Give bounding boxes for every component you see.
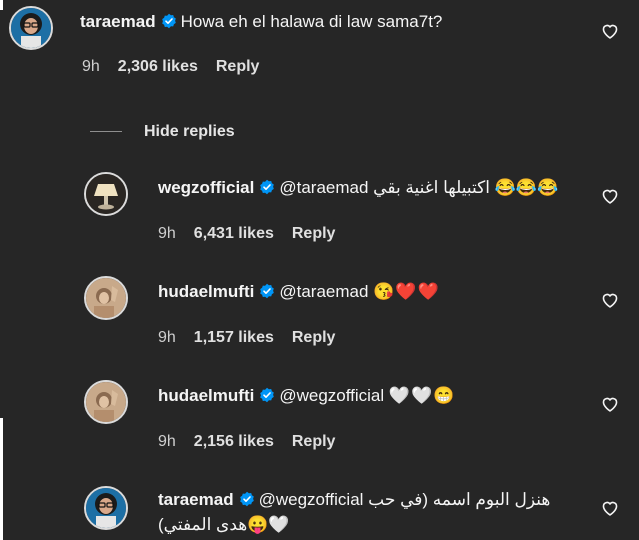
edge-gap — [0, 418, 3, 540]
avatar-woman-glasses-icon — [11, 8, 51, 48]
mention-link[interactable]: @taraemad — [279, 282, 368, 301]
verified-badge-icon — [259, 283, 275, 299]
comment-emoji: 😂😂😂 — [494, 178, 559, 197]
edge-gap — [0, 0, 3, 10]
comment-text: اكتبيلها اغنية بقي — [373, 178, 490, 197]
likes-count[interactable]: 2,306 likes — [118, 58, 198, 75]
comment-text-continued: 🤍😛هدى المفتي) — [158, 515, 290, 534]
avatar-woman-glasses-icon — [86, 488, 126, 528]
verified-badge-icon — [259, 179, 275, 195]
mention-link[interactable]: @wegzofficial — [259, 490, 364, 509]
heart-outline-icon[interactable] — [601, 500, 619, 516]
avatar-taraemad[interactable] — [84, 486, 128, 530]
avatar-taraemad[interactable] — [9, 6, 53, 50]
username[interactable]: hudaelmufti — [158, 386, 254, 405]
likes-count[interactable]: 6,431 likes — [194, 225, 274, 242]
username[interactable]: hudaelmufti — [158, 282, 254, 301]
comment-text: Howa eh el halawa di law sama7t? — [180, 12, 443, 31]
timestamp: 9h — [82, 58, 100, 75]
hide-replies-label: Hide replies — [144, 123, 235, 140]
comment-emoji: 🤍🤍😁 — [388, 386, 456, 405]
comments-panel: taraemad Howa eh el halawa di law sama7t?… — [0, 0, 639, 540]
timestamp: 9h — [158, 225, 176, 242]
avatar-wegzofficial[interactable] — [84, 172, 128, 216]
heart-outline-icon[interactable] — [601, 23, 619, 39]
timestamp: 9h — [158, 433, 176, 450]
comment-text: هنزل البوم اسمه (في حب — [368, 490, 551, 509]
avatar-woman-sepia-icon — [86, 278, 126, 318]
timestamp: 9h — [158, 329, 176, 346]
verified-badge-icon — [259, 387, 275, 403]
reply-button[interactable]: Reply — [292, 329, 336, 346]
heart-outline-icon[interactable] — [601, 396, 619, 412]
likes-count[interactable]: 1,157 likes — [194, 329, 274, 346]
avatar-lamp-icon — [86, 174, 126, 214]
likes-count[interactable]: 2,156 likes — [194, 433, 274, 450]
divider — [90, 131, 122, 133]
heart-outline-icon[interactable] — [601, 292, 619, 308]
hide-replies-button[interactable]: Hide replies — [90, 122, 235, 142]
username[interactable]: taraemad — [158, 490, 234, 509]
avatar-hudaelmufti[interactable] — [84, 276, 128, 320]
avatar-woman-sepia-icon — [86, 382, 126, 422]
avatar-hudaelmufti[interactable] — [84, 380, 128, 424]
username[interactable]: taraemad — [80, 12, 156, 31]
mention-link[interactable]: @wegzofficial — [279, 386, 384, 405]
verified-badge-icon — [239, 491, 255, 507]
mention-link[interactable]: @taraemad — [279, 178, 368, 197]
username[interactable]: wegzofficial — [158, 178, 254, 197]
reply-button[interactable]: Reply — [292, 225, 336, 242]
comment-emoji: 😘❤️❤️ — [373, 282, 440, 301]
heart-outline-icon[interactable] — [601, 188, 619, 204]
reply-button[interactable]: Reply — [292, 433, 336, 450]
reply-button[interactable]: Reply — [216, 58, 260, 75]
verified-badge-icon — [161, 13, 177, 29]
